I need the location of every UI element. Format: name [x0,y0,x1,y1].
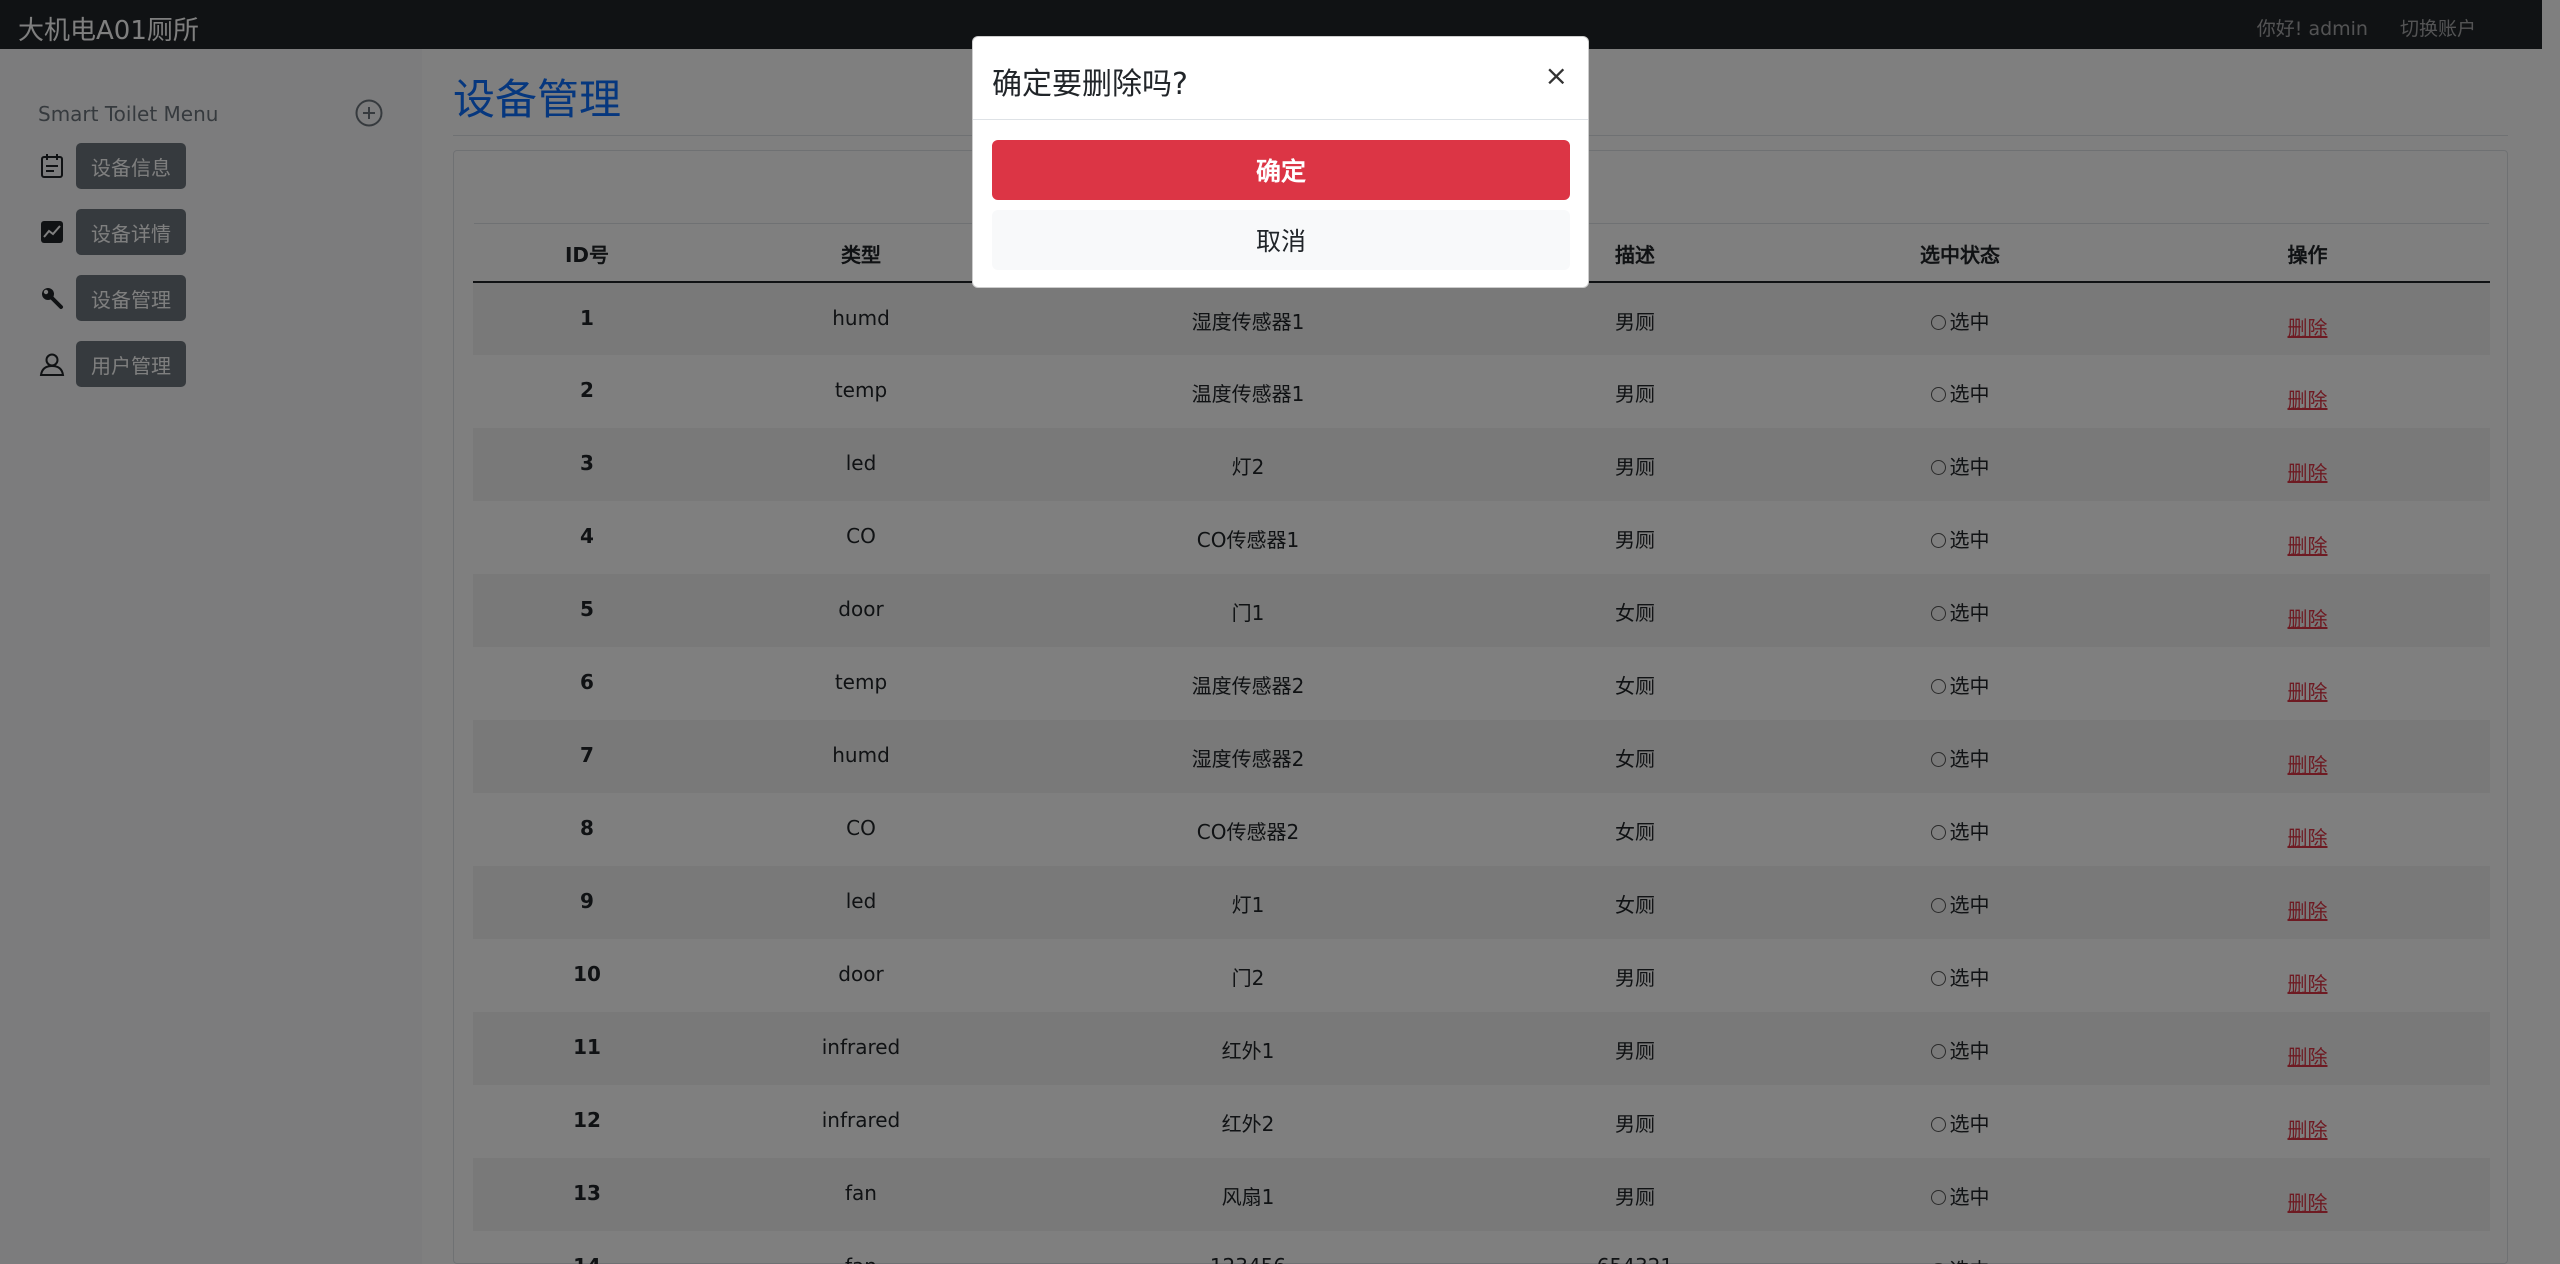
delete-confirm-modal: 确定要删除吗? × 确定 取消 [972,36,1589,288]
cancel-button[interactable]: 取消 [992,210,1570,270]
modal-header: 确定要删除吗? × [973,37,1588,120]
page: 大机电A01厕所 你好! admin 切换账户 Smart Toilet Men… [0,0,2560,1264]
modal-title: 确定要删除吗? [992,67,1188,102]
close-icon[interactable]: × [1545,59,1568,92]
confirm-button[interactable]: 确定 [992,140,1570,200]
